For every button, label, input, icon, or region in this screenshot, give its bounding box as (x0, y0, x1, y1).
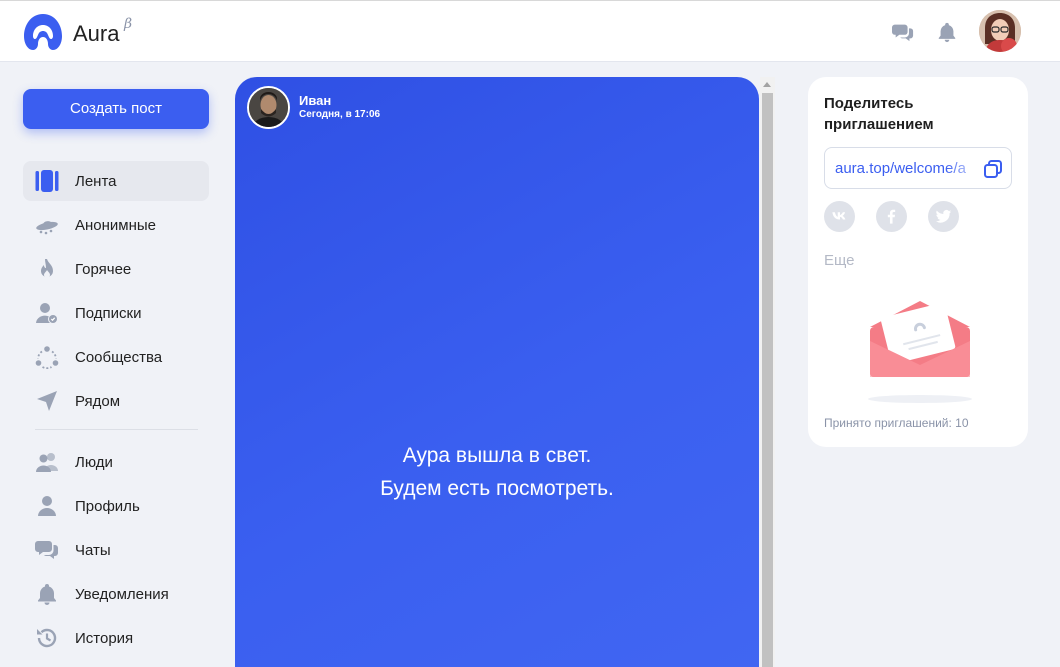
sidebar-item-label: Подписки (75, 305, 142, 322)
accepted-invites-count: Принято приглашений: 10 (824, 416, 969, 430)
subscriptions-icon (36, 303, 58, 324)
sidebar-item-label: Сообщества (75, 349, 163, 366)
beta-badge: β (124, 16, 133, 32)
envelope-icon (868, 301, 972, 403)
sidebar-item-profile[interactable]: Профиль (23, 486, 209, 526)
top-bar: Aura β (0, 0, 1060, 62)
sidebar-item-communities[interactable]: Сообщества (23, 337, 209, 377)
post-author-name[interactable]: Иван (299, 93, 331, 108)
sidebar-item-hot[interactable]: Горячее (23, 249, 209, 289)
chats-icon[interactable] (892, 21, 914, 43)
sidebar-item-people[interactable]: Люди (23, 442, 209, 482)
twitter-icon (935, 210, 952, 223)
post-author-avatar[interactable] (247, 86, 290, 129)
sidebar-item-nearby[interactable]: Рядом (23, 381, 209, 421)
sidebar-item-label: Лента (75, 173, 117, 190)
post-timestamp: Сегодня, в 17:06 (299, 109, 381, 120)
profile-icon (38, 496, 56, 516)
invite-title: Поделитесь приглашением (824, 95, 934, 133)
copy-icon[interactable] (983, 159, 1003, 179)
post-text-line: Будем есть посмотреть. (380, 477, 614, 500)
sidebar-divider (35, 429, 198, 430)
sidebar-item-label: Рядом (75, 393, 121, 410)
feed-icon (35, 170, 59, 192)
people-icon (36, 453, 58, 472)
share-vk-button[interactable] (824, 201, 855, 232)
share-more-link[interactable]: Еще (824, 252, 855, 269)
scroll-up-arrow-icon[interactable] (763, 82, 771, 87)
link-fade (945, 148, 985, 188)
sidebar-item-chats[interactable]: Чаты (23, 530, 209, 570)
brand-name[interactable]: Aura (73, 21, 119, 47)
invite-link-field[interactable]: aura.top/welcome/a (824, 147, 1012, 189)
sidebar-item-label: Уведомления (75, 586, 169, 603)
sidebar-item-label: Горячее (75, 261, 132, 278)
share-facebook-button[interactable] (876, 201, 907, 232)
sidebar-item-history[interactable]: История (23, 618, 209, 658)
flame-icon (41, 259, 53, 278)
sidebar-item-label: Анонимные (75, 217, 157, 234)
chats-icon (35, 541, 58, 559)
bell-icon (38, 584, 56, 605)
aura-logo-icon[interactable] (22, 12, 64, 52)
invite-card: Поделитесь приглашением aura.top/welcome… (808, 77, 1028, 447)
sidebar-item-label: Люди (75, 454, 113, 471)
user-avatar[interactable] (979, 10, 1021, 52)
facebook-icon (887, 209, 896, 224)
post-text-line: Аура вышла в свет. (402, 444, 592, 467)
create-post-button[interactable]: Создать пост (23, 89, 209, 129)
sidebar-item-label: Профиль (75, 498, 140, 515)
share-twitter-button[interactable] (928, 201, 959, 232)
ufo-icon (36, 221, 58, 235)
sidebar-item-anonymous[interactable]: Анонимные (23, 205, 209, 245)
post-card[interactable]: Иван Сегодня, в 17:06 Аура вышла в свет.… (235, 77, 759, 667)
sidebar-item-label: Чаты (75, 542, 111, 559)
scroll-thumb[interactable] (762, 93, 773, 667)
sidebar-item-subscriptions[interactable]: Подписки (23, 293, 209, 333)
sidebar-item-label: История (75, 630, 134, 647)
bell-icon[interactable] (936, 21, 958, 43)
post-text: Аура вышла в свет. Будем есть посмотреть… (235, 439, 759, 505)
history-icon (37, 628, 57, 648)
sidebar-item-notifications[interactable]: Уведомления (23, 574, 209, 614)
feed-scrollbar[interactable] (760, 77, 775, 667)
sidebar-item-feed[interactable]: Лента (23, 161, 209, 201)
vk-icon (832, 212, 846, 220)
location-arrow-icon (37, 391, 57, 411)
communities-icon (35, 346, 59, 369)
